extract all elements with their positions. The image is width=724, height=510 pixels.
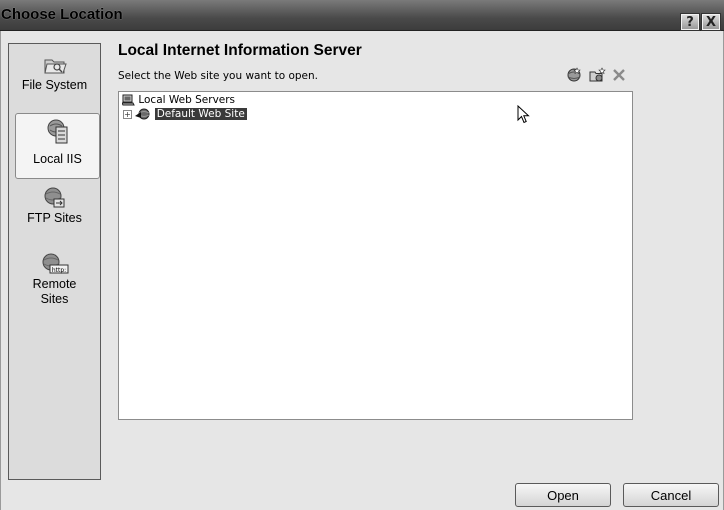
place-label: Local IIS <box>33 152 82 166</box>
open-button[interactable]: Open <box>515 483 611 507</box>
tree-node-label: Local Web Servers <box>138 94 236 106</box>
server-computer-icon <box>121 94 135 106</box>
new-virtual-directory-icon[interactable] <box>588 66 606 84</box>
place-label: Remote Sites <box>32 277 77 306</box>
place-local-iis[interactable]: Local IIS <box>15 113 100 179</box>
svg-text:http:: http: <box>51 267 65 274</box>
expand-toggle[interactable]: + <box>123 109 132 119</box>
iis-server-icon <box>47 119 67 144</box>
web-site-icon <box>135 108 150 120</box>
place-label: FTP Sites <box>27 211 82 225</box>
instruction-text: Select the Web site you want to open. <box>118 70 319 82</box>
tree-node-default-web-site[interactable]: + Default Web Site <box>123 108 247 120</box>
folder-icon <box>43 59 67 74</box>
place-ftp-sites[interactable]: FTP Sites <box>9 185 100 241</box>
ftp-globe-icon <box>44 187 64 208</box>
help-button[interactable]: ? <box>680 13 700 31</box>
place-file-system[interactable]: File System <box>9 52 100 108</box>
web-site-tree[interactable]: Local Web Servers + Default Web Site <box>118 91 633 420</box>
page-title: Local Internet Information Server <box>118 42 362 59</box>
close-button[interactable]: X <box>701 13 721 31</box>
tree-node-local-web-servers[interactable]: Local Web Servers <box>121 94 236 106</box>
http-globe-icon: http: <box>42 253 68 274</box>
places-bar: File System Local IIS FTP Sites http: Re <box>8 43 101 480</box>
tree-node-label: Default Web Site <box>154 108 247 120</box>
title-bar: Choose Location ? X <box>0 0 724 31</box>
new-web-site-icon[interactable] <box>565 66 583 84</box>
delete-icon[interactable] <box>610 66 628 84</box>
window-title: Choose Location <box>1 6 123 23</box>
cancel-button[interactable]: Cancel <box>623 483 719 507</box>
mouse-cursor-icon <box>517 105 530 124</box>
place-label: File System <box>21 78 88 92</box>
place-remote-sites[interactable]: http: Remote Sites <box>9 251 100 317</box>
